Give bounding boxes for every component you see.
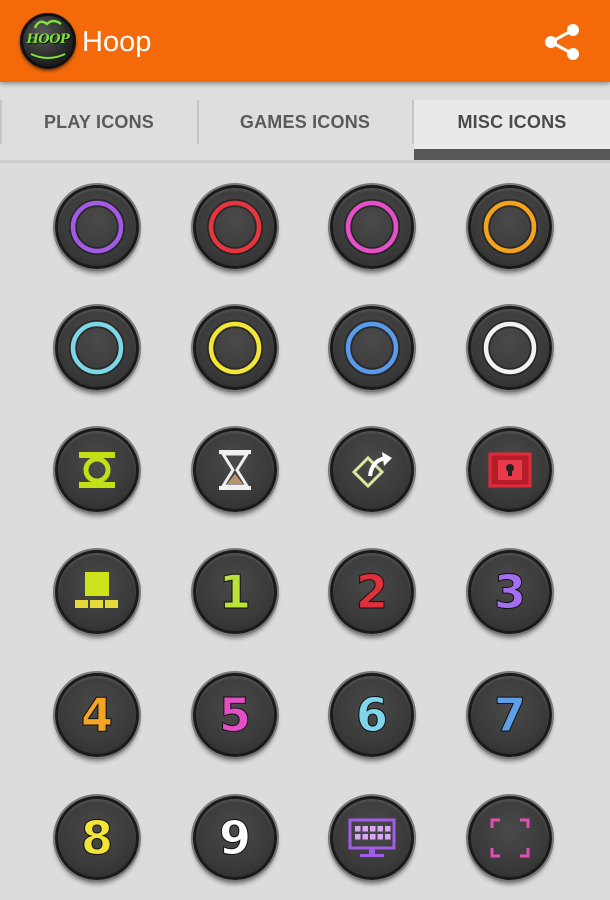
- icon-tile[interactable]: 3: [468, 550, 552, 634]
- tab-label: MISC ICONS: [457, 112, 567, 132]
- digit-2-icon: 2: [355, 565, 388, 620]
- icon-tile[interactable]: 1: [193, 550, 277, 634]
- hoop-logo-icon[interactable]: HOOP: [20, 13, 76, 69]
- icon-tile[interactable]: [468, 185, 552, 269]
- icon-tile[interactable]: [330, 796, 414, 880]
- green-lantern-icon: [79, 452, 115, 488]
- logo-text: HOOP: [26, 32, 70, 47]
- desktop-blocks-icon: [75, 572, 118, 608]
- digit-8-icon: 8: [80, 811, 113, 866]
- icon-tile[interactable]: [193, 306, 277, 390]
- icon-tile[interactable]: [55, 185, 139, 269]
- icon-tile[interactable]: [193, 428, 277, 512]
- svg-text:9: 9: [219, 811, 251, 865]
- icon-tile[interactable]: [330, 306, 414, 390]
- svg-text:4: 4: [81, 688, 113, 742]
- tab-divider: [0, 100, 2, 144]
- icon-tile[interactable]: 7: [468, 673, 552, 757]
- icon-tile[interactable]: [55, 428, 139, 512]
- ring-white-icon: [482, 320, 538, 376]
- icon-tile[interactable]: [468, 306, 552, 390]
- svg-text:1: 1: [219, 565, 251, 619]
- icon-tile[interactable]: [55, 550, 139, 634]
- share-icon: [545, 24, 579, 60]
- icon-tile[interactable]: [468, 428, 552, 512]
- ring-magenta-icon: [344, 199, 400, 255]
- ring-blue-icon: [344, 320, 400, 376]
- svg-text:6: 6: [356, 688, 388, 742]
- svg-text:8: 8: [81, 811, 113, 865]
- ring-red-icon: [207, 199, 263, 255]
- icon-grid: 1 2 3 4 5 6 7 8 9: [0, 163, 610, 900]
- svg-text:2: 2: [356, 565, 388, 619]
- ring-orange-icon: [482, 199, 538, 255]
- icon-tile[interactable]: [468, 796, 552, 880]
- fullscreen-frame-icon: [490, 818, 530, 858]
- icon-tile[interactable]: 2: [330, 550, 414, 634]
- tab-label: GAMES ICONS: [239, 112, 371, 132]
- icon-tile[interactable]: [330, 428, 414, 512]
- tab-games-icons[interactable]: GAMES ICONS: [198, 100, 412, 162]
- digit-9-icon: 9: [218, 811, 251, 866]
- tab-play-icons[interactable]: PLAY ICONS: [0, 100, 198, 162]
- icon-tile[interactable]: [330, 185, 414, 269]
- hourglass-icon: [219, 450, 251, 490]
- digit-3-icon: 3: [493, 565, 526, 620]
- lock-box-icon: [488, 452, 532, 488]
- icon-tile[interactable]: 6: [330, 673, 414, 757]
- app-title: Hoop: [82, 26, 152, 58]
- ring-cyan-icon: [69, 320, 125, 376]
- app-bar: HOOP Hoop: [0, 0, 610, 82]
- svg-text:5: 5: [219, 688, 251, 742]
- digit-4-icon: 4: [80, 688, 113, 743]
- icon-tile[interactable]: 4: [55, 673, 139, 757]
- icon-tile[interactable]: 5: [193, 673, 277, 757]
- monitor-keyboard-icon: [348, 818, 396, 857]
- ring-yellow-icon: [207, 320, 263, 376]
- svg-text:7: 7: [494, 688, 526, 742]
- icon-tile[interactable]: 8: [55, 796, 139, 880]
- digit-6-icon: 6: [355, 688, 388, 743]
- digit-5-icon: 5: [218, 688, 251, 743]
- ring-purple-icon: [69, 199, 125, 255]
- digit-1-icon: 1: [218, 565, 251, 620]
- tab-label: PLAY ICONS: [43, 112, 155, 132]
- share-arrow-icon: [351, 452, 392, 489]
- digit-7-icon: 7: [493, 688, 526, 743]
- svg-text:3: 3: [494, 565, 526, 619]
- icon-tile[interactable]: 9: [193, 796, 277, 880]
- share-button[interactable]: [538, 18, 586, 66]
- icon-tile[interactable]: [193, 185, 277, 269]
- icon-tile[interactable]: [55, 306, 139, 390]
